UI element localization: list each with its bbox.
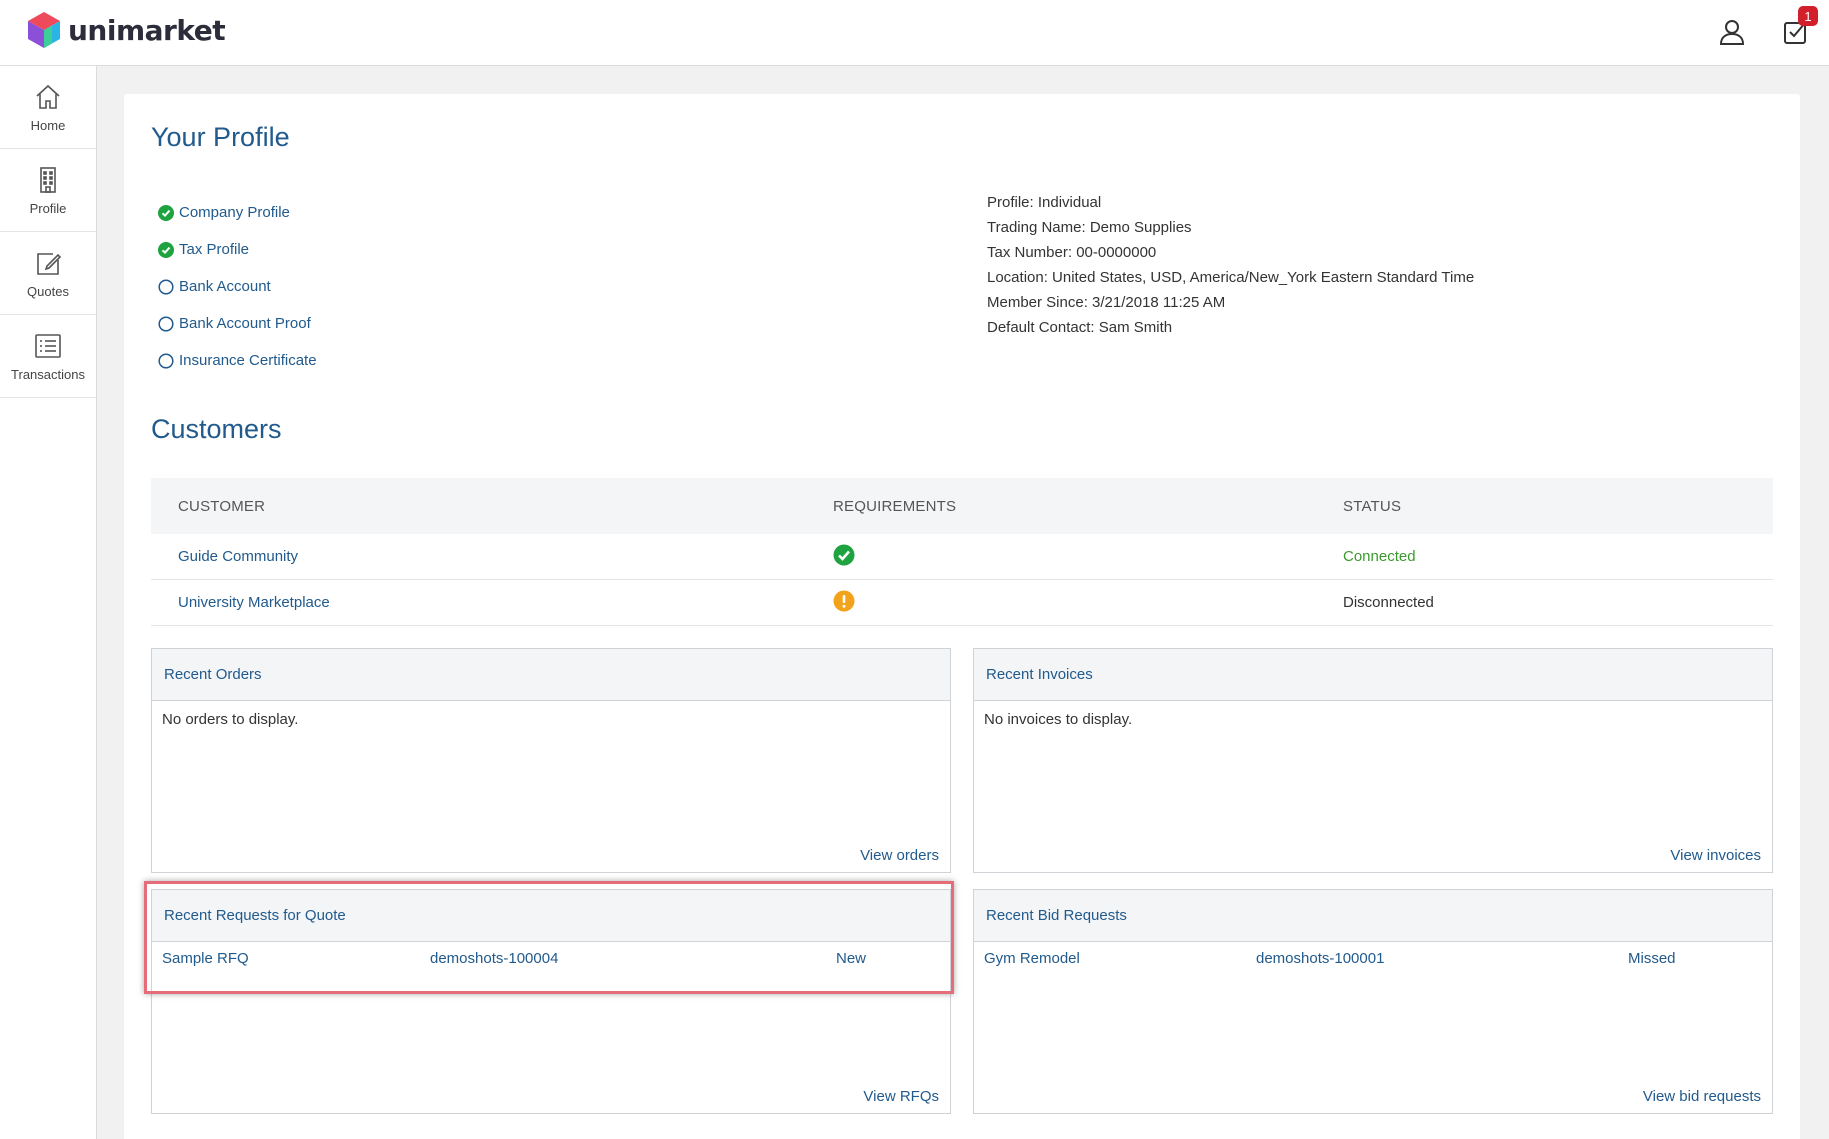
customers-title: Customers (151, 414, 282, 444)
view-rfqs-link[interactable]: View RFQs (863, 1088, 939, 1105)
notification-badge: 1 (1798, 6, 1818, 26)
edit-icon (37, 252, 62, 275)
table-row: Guide Community Connected (151, 534, 1773, 580)
rfq-id-link[interactable]: demoshots-100004 (430, 950, 558, 967)
list-item: Gym Remodel demoshots-100001 Missed (974, 950, 1772, 976)
warning-icon (833, 590, 855, 611)
sidebar-item-quotes[interactable]: Quotes (0, 232, 96, 315)
checklist-item-bank-account[interactable]: Bank Account (158, 268, 317, 305)
sidebar: Home Profile Quotes Transactions (0, 66, 97, 1139)
requirement-status (833, 544, 855, 570)
empty-circle-icon (158, 352, 174, 369)
sidebar-item-transactions[interactable]: Transactions (0, 315, 96, 398)
recent-invoices-panel: Recent Invoices No invoices to display. … (973, 648, 1773, 873)
column-header-customer: CUSTOMER (178, 497, 266, 515)
tax-number: Tax Number: 00-0000000 (987, 244, 1157, 261)
customer-status: Disconnected (1343, 594, 1434, 611)
check-circle-icon (158, 204, 174, 221)
panel-title: Recent Invoices (974, 649, 1772, 701)
trading-name: Trading Name: Demo Supplies (987, 219, 1192, 236)
profile-type: Profile: Individual (987, 194, 1102, 211)
column-header-requirements: REQUIREMENTS (833, 497, 957, 515)
view-bid-requests-link[interactable]: View bid requests (1643, 1088, 1761, 1105)
checklist-item-insurance-certificate[interactable]: Insurance Certificate (158, 342, 317, 379)
sidebar-item-home[interactable]: Home (0, 66, 96, 149)
member-since: Member Since: 3/21/2018 11:25 AM (987, 294, 1226, 311)
location: Location: United States, USD, America/Ne… (987, 269, 1475, 286)
view-invoices-link[interactable]: View invoices (1670, 847, 1761, 864)
rfq-name-link[interactable]: Sample RFQ (162, 950, 249, 967)
customer-link[interactable]: University Marketplace (178, 594, 330, 611)
unimarket-logo-icon (28, 12, 60, 48)
list-item: Sample RFQ demoshots-100004 New (152, 950, 950, 976)
checklist-link[interactable]: Company Profile (179, 204, 290, 221)
checklist-link[interactable]: Insurance Certificate (179, 352, 317, 369)
empty-message: No invoices to display. (984, 711, 1133, 728)
recent-bid-requests-panel: Recent Bid Requests Gym Remodel demoshot… (973, 889, 1773, 1114)
requirement-status (833, 590, 855, 616)
sidebar-item-profile[interactable]: Profile (0, 149, 96, 232)
panel-title: Recent Requests for Quote (152, 890, 950, 942)
sidebar-item-label: Profile (29, 200, 67, 216)
list-icon (35, 333, 61, 358)
customers-table: CUSTOMER REQUIREMENTS STATUS Guide Commu… (151, 478, 1773, 626)
empty-circle-icon (158, 278, 174, 295)
checklist-item-company-profile[interactable]: Company Profile (158, 194, 317, 231)
profile-info: Profile: Individual Trading Name: Demo S… (987, 190, 1474, 340)
view-orders-link[interactable]: View orders (860, 847, 939, 864)
top-bar: unimarket 1 (0, 0, 1829, 66)
brand-name: unimarket (68, 13, 226, 47)
table-row: University Marketplace Disconnected (151, 580, 1773, 626)
empty-message: No orders to display. (162, 711, 299, 728)
profile-title: Your Profile (151, 122, 290, 152)
dashboard-card: Your Profile Company Profile Tax Profile… (124, 94, 1800, 1139)
panel-title: Recent Bid Requests (974, 890, 1772, 942)
bid-status: Missed (1628, 950, 1676, 967)
building-icon (40, 166, 56, 193)
profile-checklist: Company Profile Tax Profile Bank Account… (158, 194, 317, 379)
bid-name-link[interactable]: Gym Remodel (984, 950, 1080, 967)
bid-id-link[interactable]: demoshots-100001 (1256, 950, 1384, 967)
checklist-item-bank-account-proof[interactable]: Bank Account Proof (158, 305, 317, 342)
rfq-status: New (836, 950, 867, 967)
checklist-link[interactable]: Bank Account (179, 278, 271, 295)
checklist-link[interactable]: Tax Profile (179, 241, 249, 258)
sidebar-item-label: Transactions (11, 366, 85, 382)
tasks-button[interactable]: 1 (1776, 6, 1818, 52)
recent-rfq-panel: Recent Requests for Quote Sample RFQ dem… (151, 889, 951, 1114)
check-circle-icon (158, 241, 174, 258)
checklist-item-tax-profile[interactable]: Tax Profile (158, 231, 317, 268)
customer-status: Connected (1343, 548, 1416, 565)
panel-title: Recent Orders (152, 649, 950, 701)
empty-circle-icon (158, 315, 174, 332)
column-header-status: STATUS (1343, 497, 1402, 515)
user-account-button[interactable] (1712, 12, 1752, 52)
user-icon (1719, 20, 1745, 45)
table-header: CUSTOMER REQUIREMENTS STATUS (151, 478, 1773, 534)
home-icon (36, 84, 60, 109)
brand-logo[interactable]: unimarket (26, 10, 226, 50)
sidebar-item-label: Home (30, 117, 66, 133)
check-circle-icon (833, 544, 855, 565)
sidebar-item-label: Quotes (27, 283, 69, 299)
default-contact: Default Contact: Sam Smith (987, 319, 1173, 336)
recent-orders-panel: Recent Orders No orders to display. View… (151, 648, 951, 873)
customer-link[interactable]: Guide Community (178, 548, 298, 565)
checklist-link[interactable]: Bank Account Proof (179, 315, 311, 332)
